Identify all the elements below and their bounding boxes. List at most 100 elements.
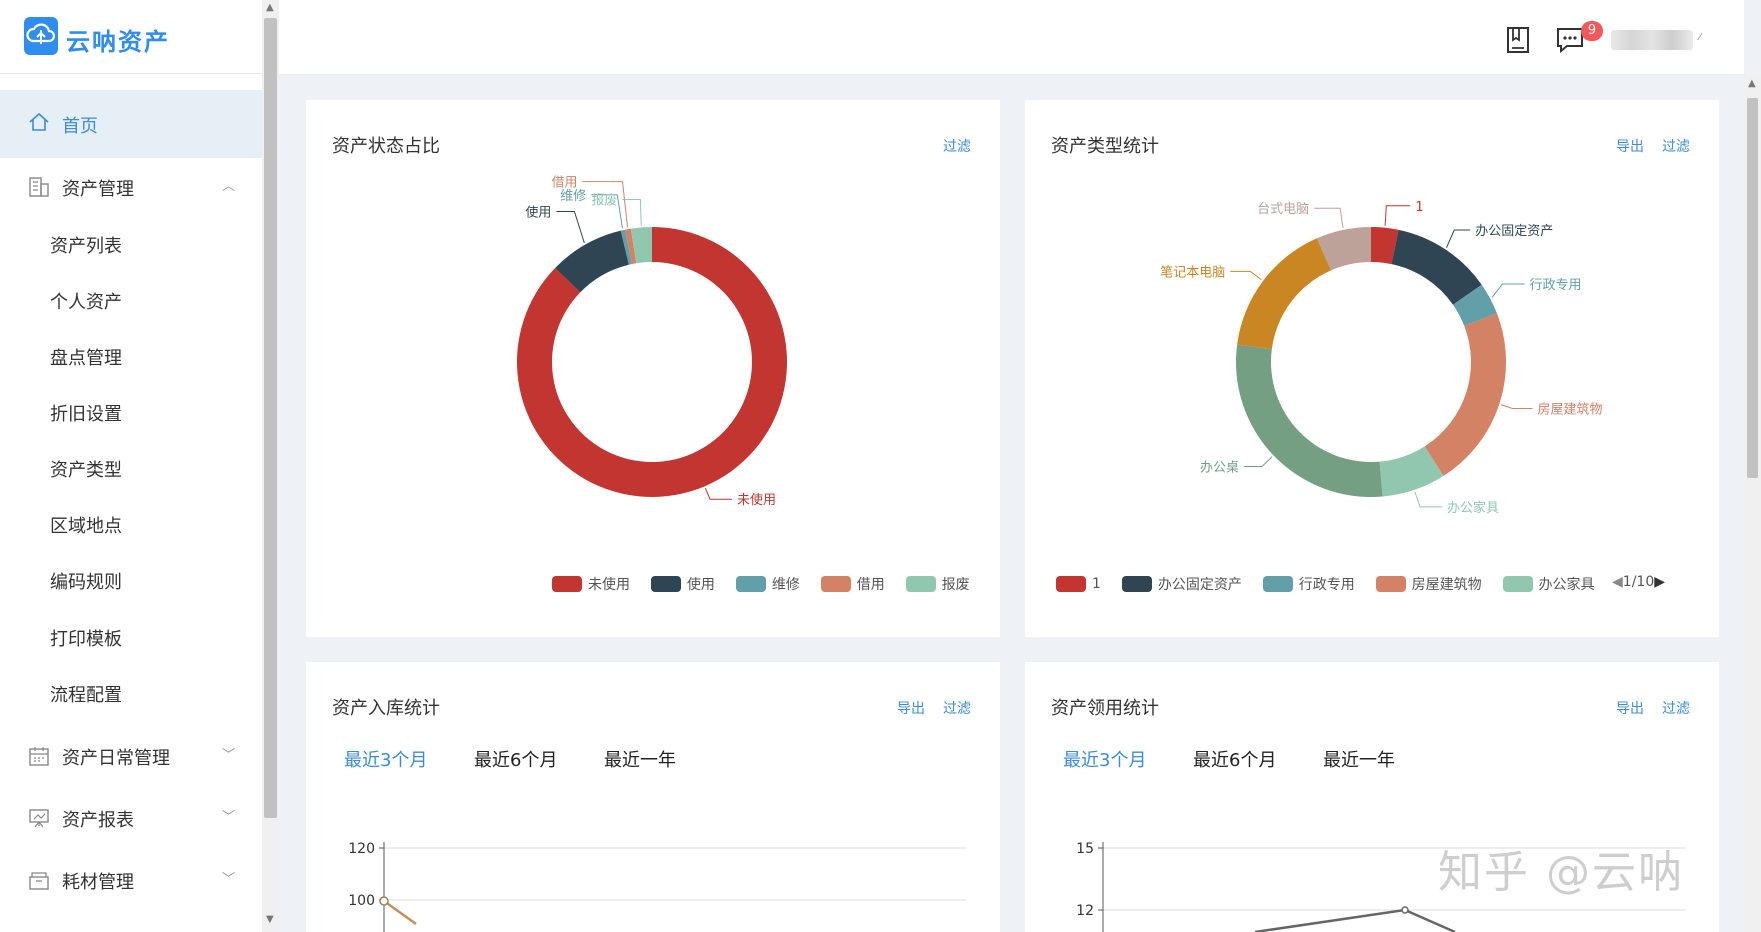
axis-tick-label: 12 bbox=[1076, 903, 1094, 919]
label-leader-line bbox=[1446, 229, 1471, 248]
card-asset-type: 1 办公固定资产 行政专用 房屋建筑物 办公家具 办公桌 笔记本电脑 台式电脑 资产类型统计 … bbox=[1025, 100, 1719, 637]
app-logo[interactable]: 云呐资产 bbox=[0, 0, 262, 74]
donut-slice bbox=[1424, 313, 1506, 476]
donut-slice bbox=[1236, 344, 1383, 497]
sidebar-item-asset-types[interactable]: 资产类型 bbox=[50, 456, 122, 482]
legend-swatch bbox=[820, 576, 851, 592]
sidebar-item-home[interactable]: 首页 bbox=[0, 90, 262, 158]
series-line bbox=[383, 899, 417, 926]
scrollbar-thumb[interactable] bbox=[1747, 98, 1758, 478]
legend-swatch bbox=[650, 576, 681, 592]
series-line bbox=[1254, 908, 1456, 932]
type-donut-chart: 1 办公固定资产行政专用房屋建筑物办公家具 办公桌 笔记本电脑 台式电脑 bbox=[1160, 200, 1603, 516]
card-asset-status: 未使用 使用 维修 借用 报废 资产状态占比 过滤 未使用 使用 维修 借用 报废 bbox=[306, 100, 1000, 637]
legend-swatch bbox=[1121, 576, 1152, 592]
legend-swatch bbox=[1056, 576, 1086, 592]
chevron-down-icon: ﹀ bbox=[222, 872, 236, 887]
next-page-icon[interactable]: ▶ bbox=[1654, 574, 1665, 590]
chart-legend[interactable]: 1 办公固定资产 行政专用 房屋建筑物 办公家具 bbox=[1056, 574, 1595, 593]
scroll-up-icon[interactable]: ▲ bbox=[266, 2, 274, 13]
legend-swatch bbox=[905, 576, 936, 592]
sidebar-item-asset-list[interactable]: 资产列表 bbox=[50, 232, 122, 258]
sidebar-item-personal-assets[interactable]: 个人资产 bbox=[50, 288, 122, 314]
period-tabs: 最近3个月 最近6个月 最近一年 bbox=[306, 746, 1000, 776]
sidebar-scrollbar[interactable]: ▲ ▼ bbox=[262, 0, 279, 932]
sidebar-group-label: 资产管理 bbox=[62, 179, 134, 200]
donut-slice bbox=[1237, 238, 1331, 350]
sidebar: 云呐资产 首页 资产管理 ︿ 资产列表 个人资产 盘点管理 折旧设置 资产类型 … bbox=[0, 0, 262, 932]
home-icon bbox=[28, 112, 50, 136]
legend-swatch bbox=[1375, 576, 1406, 592]
filter-link[interactable]: 过滤 bbox=[943, 698, 971, 718]
legend-swatch bbox=[735, 576, 766, 592]
sidebar-group-consumables[interactable]: 耗材管理 ﹀ bbox=[0, 853, 262, 907]
sidebar-group-label: 耗材管理 bbox=[62, 872, 134, 893]
export-link[interactable]: 导出 bbox=[1616, 136, 1644, 156]
legend-label: 1 bbox=[1092, 576, 1101, 592]
axis-tick-label: 15 bbox=[1076, 841, 1094, 857]
slice-label: 行政专用 bbox=[1530, 278, 1582, 293]
chevron-up-icon: ︿ bbox=[222, 179, 236, 194]
sidebar-item-inventory[interactable]: 盘点管理 bbox=[50, 344, 122, 370]
slice-label: 使用 bbox=[525, 205, 551, 221]
legend-swatch bbox=[1262, 576, 1293, 592]
sidebar-item-print-templates[interactable]: 打印模板 bbox=[50, 625, 122, 651]
label-leader-line bbox=[556, 211, 585, 244]
tab-last-6-months[interactable]: 最近6个月 bbox=[1193, 746, 1276, 772]
export-link[interactable]: 导出 bbox=[897, 698, 925, 718]
tab-last-3-months[interactable]: 最近3个月 bbox=[344, 746, 427, 772]
notification-badge: 9 bbox=[1581, 21, 1603, 41]
legend-label: 报废 bbox=[941, 577, 970, 593]
slice-label: 报废 bbox=[591, 192, 617, 208]
scrollbar-thumb[interactable] bbox=[264, 18, 277, 818]
sidebar-item-label: 首页 bbox=[62, 116, 98, 137]
sidebar-item-depreciation[interactable]: 折旧设置 bbox=[50, 400, 122, 426]
cloud-logo-icon bbox=[24, 17, 58, 55]
dropdown-caret-icon[interactable]: ⁄ bbox=[1699, 32, 1701, 43]
sidebar-item-code-rules[interactable]: 编码规则 bbox=[50, 568, 122, 594]
sidebar-item-locations[interactable]: 区域地点 bbox=[50, 512, 122, 538]
tab-last-year[interactable]: 最近一年 bbox=[1323, 746, 1395, 772]
sidebar-item-workflow[interactable]: 流程配置 bbox=[50, 681, 122, 707]
slice-label: 未使用 bbox=[737, 492, 776, 508]
scroll-down-icon[interactable]: ▼ bbox=[266, 914, 274, 925]
chevron-down-icon: ﹀ bbox=[222, 748, 236, 763]
slice-label: 1 bbox=[1415, 200, 1423, 215]
calendar-icon bbox=[28, 745, 50, 771]
book-icon[interactable] bbox=[1505, 26, 1531, 58]
avatar[interactable] bbox=[1611, 30, 1693, 50]
label-leader-line bbox=[1384, 205, 1411, 226]
top-header: 9 ⁄ bbox=[279, 0, 1744, 74]
sidebar-group-report[interactable]: 资产报表 ﹀ bbox=[0, 791, 262, 845]
status-donut-chart: 未使用 使用维修借用报废 bbox=[517, 176, 787, 508]
legend-label: 使用 bbox=[686, 577, 715, 593]
sidebar-group-asset-mgmt[interactable]: 资产管理 ︿ bbox=[0, 160, 262, 214]
watermark: 知乎 @云呐 bbox=[1438, 847, 1684, 898]
sidebar-group-daily[interactable]: 资产日常管理 ﹀ bbox=[0, 729, 262, 783]
slice-label: 房屋建筑物 bbox=[1538, 402, 1603, 418]
label-leader-line bbox=[1491, 283, 1525, 298]
filter-link[interactable]: 过滤 bbox=[1662, 136, 1690, 156]
scroll-up-icon[interactable]: ▲ bbox=[1748, 78, 1756, 89]
donut-slice bbox=[1391, 229, 1482, 305]
tab-last-6-months[interactable]: 最近6个月 bbox=[474, 746, 557, 772]
slice-label: 笔记本电脑 bbox=[1160, 264, 1225, 280]
card-title: 资产领用统计 bbox=[1051, 698, 1159, 719]
legend-label: 借用 bbox=[856, 577, 885, 593]
main-scrollbar[interactable]: ▲ bbox=[1744, 74, 1761, 932]
sidebar-group-label: 资产日常管理 bbox=[62, 748, 170, 769]
tab-last-year[interactable]: 最近一年 bbox=[604, 746, 676, 772]
legend-pager: ◀1/10▶ bbox=[1612, 574, 1665, 592]
building-icon bbox=[28, 176, 50, 202]
export-link[interactable]: 导出 bbox=[1616, 698, 1644, 718]
slice-label: 借用 bbox=[552, 176, 578, 191]
presentation-chart-icon bbox=[28, 807, 50, 833]
filter-link[interactable]: 过滤 bbox=[943, 136, 971, 156]
sidebar-group-label: 资产报表 bbox=[62, 810, 134, 831]
filter-link[interactable]: 过滤 bbox=[1662, 698, 1690, 718]
prev-page-icon[interactable]: ◀ bbox=[1612, 574, 1623, 590]
chart-legend[interactable]: 未使用 使用 维修 借用 报废 bbox=[552, 574, 970, 593]
legend-swatch bbox=[1502, 576, 1533, 592]
label-leader-line bbox=[1500, 404, 1533, 410]
tab-last-3-months[interactable]: 最近3个月 bbox=[1063, 746, 1146, 772]
